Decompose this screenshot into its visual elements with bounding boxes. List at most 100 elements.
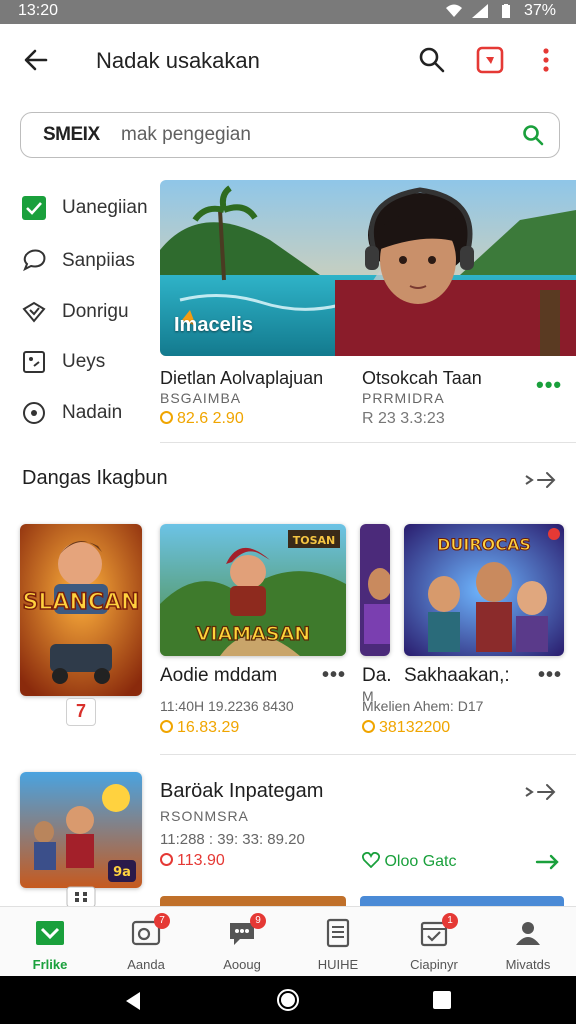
bottom-nav: Frlike 7 Aanda 9 Aooug HUIHE 1 Ciapinyr <box>0 906 576 976</box>
search-icon[interactable] <box>414 42 450 78</box>
search-input[interactable] <box>121 119 501 151</box>
document-icon <box>326 918 350 948</box>
featured-title[interactable]: Otsokcah Taan <box>362 368 482 389</box>
more-vert-icon[interactable] <box>528 42 564 78</box>
nav-label: Frlike <box>32 957 68 972</box>
notification-badge: 1 <box>442 913 458 929</box>
nav-label: Mivatds <box>505 957 551 972</box>
promo-link[interactable]: Oloo Gatc <box>361 851 457 871</box>
filter-label: Donrigu <box>62 301 129 322</box>
arrow-right-icon[interactable] <box>524 468 560 492</box>
card-price: 38132200 <box>362 719 450 737</box>
system-nav-bar <box>0 976 576 1024</box>
battery-icon <box>501 4 510 18</box>
rank-badge: 7 <box>66 698 96 726</box>
page-title: Nadak usakakan <box>96 48 260 73</box>
game-card-image[interactable]: TOSAN VIAMASAN <box>160 524 346 656</box>
status-bar: 13:20 37% <box>0 0 576 24</box>
card-price: 16.83.29 <box>160 719 239 737</box>
circle-dot-icon <box>20 399 48 427</box>
featured-subtitle: BSGAIMBA <box>160 390 242 406</box>
divider <box>160 442 576 443</box>
hero-badge-label: Imacelis <box>174 314 253 336</box>
featured-price-value: 82.6 2.90 <box>177 410 244 427</box>
signal-icon <box>471 4 488 18</box>
nav-item-home[interactable]: Frlike <box>2 907 98 977</box>
list-item-price: 113.90 <box>160 852 225 870</box>
card-price-value: 16.83.29 <box>177 719 240 736</box>
featured-price: 82.6 2.90 <box>160 410 244 428</box>
checkbox-checked-icon[interactable] <box>20 194 48 222</box>
game-card-image[interactable]: SLANCAN <box>20 524 142 696</box>
filter-item-2[interactable]: Sanpiias <box>20 243 160 279</box>
nav-label: HUIHE <box>317 957 359 972</box>
game-card-image[interactable]: DUIROCAS <box>404 524 564 656</box>
search-bar[interactable]: SMEIX <box>20 112 560 158</box>
more-options-icon[interactable]: ••• <box>538 664 562 687</box>
nav-item-2[interactable]: 7 Aanda <box>98 907 194 977</box>
notification-badge: 9 <box>250 913 266 929</box>
bookmark-icon[interactable] <box>472 42 508 78</box>
nav-label: Aanda <box>127 957 165 972</box>
filter-item-3[interactable]: Donrigu <box>20 294 160 330</box>
nav-item-3[interactable]: 9 Aooug <box>194 907 290 977</box>
wifi-icon <box>445 4 462 17</box>
heart-outline-icon <box>361 851 381 869</box>
card-art-title: SLANCAN <box>23 590 140 615</box>
card-title[interactable]: Aodie mddam <box>160 665 277 687</box>
list-item-subtitle: RSONMSRA <box>160 808 249 824</box>
coin-icon <box>160 411 173 424</box>
system-home-icon[interactable] <box>276 988 300 1012</box>
nav-label: Ciapinyr <box>410 957 458 972</box>
heart-badge-icon <box>20 298 48 326</box>
filter-label: Uanegiian <box>62 197 148 218</box>
nav-item-profile[interactable]: Mivatds <box>480 907 576 977</box>
grid-icon <box>66 886 96 908</box>
next-card-peek <box>160 896 346 906</box>
nav-label: Aooug <box>223 957 261 972</box>
chat-bubble-icon <box>20 247 48 275</box>
card-meta: Mkelien Ahem: D17 <box>362 698 484 714</box>
coin-icon <box>160 720 173 733</box>
filter-item-5[interactable]: Nadain <box>20 395 160 431</box>
home-store-icon <box>36 921 64 945</box>
list-item-title[interactable]: Baröak Inpategam <box>160 780 323 803</box>
list-item-meta: 11:288 : 39: 33: 89.20 <box>160 831 305 848</box>
coin-icon <box>362 720 375 733</box>
notification-badge: 7 <box>154 913 170 929</box>
hero-banner[interactable]: Imacelis <box>160 180 576 356</box>
square-dot-icon <box>20 348 48 376</box>
coin-icon <box>160 853 173 866</box>
profile-icon <box>516 922 540 945</box>
filter-label: Ueys <box>62 351 106 372</box>
nav-item-4[interactable]: HUIHE <box>290 907 386 977</box>
app-bar: Nadak usakakan <box>0 24 576 96</box>
filter-item-4[interactable]: Ueys <box>20 344 160 380</box>
system-back-icon[interactable] <box>122 990 144 1012</box>
more-options-icon[interactable]: ••• <box>536 372 562 398</box>
arrow-right-icon[interactable] <box>524 780 560 804</box>
battery-level: 37% <box>523 2 556 19</box>
promo-label: Oloo Gatc <box>384 853 457 870</box>
nav-item-5[interactable]: 1 Ciapinyr <box>386 907 482 977</box>
system-recents-icon[interactable] <box>432 990 452 1010</box>
featured-title[interactable]: Dietlan Aolvaplajuan <box>160 368 323 389</box>
swap-arrow-icon[interactable] <box>534 850 560 874</box>
status-icons: 37% <box>445 2 556 20</box>
next-card-peek <box>360 896 564 906</box>
filter-item-1[interactable]: Uanegiian <box>20 190 160 226</box>
card-art-badge: 9a <box>113 865 131 880</box>
filter-label: Nadain <box>62 402 123 423</box>
card-title[interactable]: Da. <box>362 665 392 687</box>
back-arrow-icon[interactable] <box>18 42 54 78</box>
more-options-icon[interactable]: ••• <box>322 664 346 687</box>
search-submit-icon[interactable] <box>521 123 545 147</box>
card-art-title: VIAMASAN <box>196 623 310 645</box>
card-title[interactable]: Sakhaakan,: <box>404 665 510 687</box>
game-card-image[interactable]: 9a <box>20 772 142 888</box>
game-card-image[interactable] <box>360 524 390 656</box>
card-meta: 11:40H 19.2236 8430 <box>160 698 294 714</box>
featured-subtitle: PRRMIDRA <box>362 390 445 406</box>
search-scope-label[interactable]: SMEIX <box>43 124 100 146</box>
section-title: Dangas Ikagbun <box>22 467 168 489</box>
